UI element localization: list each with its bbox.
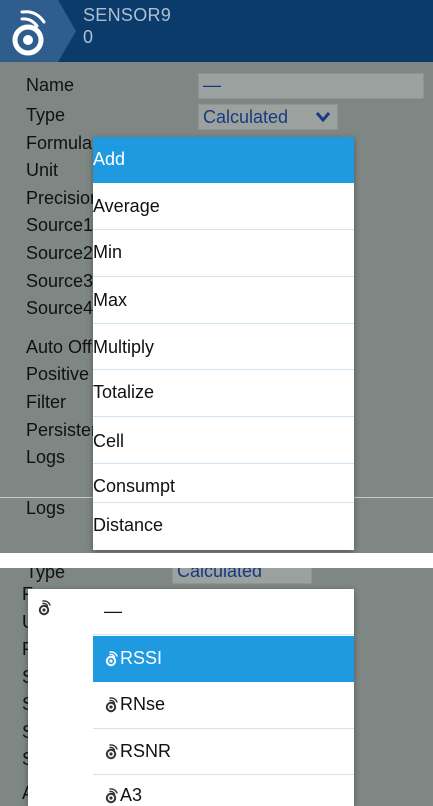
menu-item-max[interactable]: Max (93, 277, 354, 324)
sensor-title-line1: SENSOR9 (83, 5, 172, 25)
menu-item-min[interactable]: Min (93, 230, 354, 277)
menu-item-consumpt[interactable]: Consumpt (93, 464, 354, 503)
source-item-label: — (104, 601, 122, 621)
filter-label: Filter (26, 392, 66, 412)
source-item-label: RNse (120, 694, 166, 714)
menu-item-totalize[interactable]: Totalize (93, 370, 354, 417)
formula-label: Formula (26, 133, 93, 153)
source-item-rsnr[interactable]: RSNR (93, 729, 354, 775)
type-select-value: Calculated (203, 107, 289, 127)
type-label: Type (26, 568, 66, 582)
source-item-label: A3 (120, 785, 143, 805)
logs-label-2: Logs (26, 498, 66, 518)
menu-item-label: Distance (93, 515, 164, 535)
menu-item-distance[interactable]: Distance (93, 503, 354, 550)
chevron-down-icon (315, 112, 331, 123)
menu-item-label: Average (93, 196, 160, 216)
formula-dropdown-menu: Add Average Min Max Multiply Totalize Ce… (93, 137, 354, 550)
name-field[interactable]: — (198, 73, 424, 99)
type-label: Type (26, 105, 66, 125)
source1-label: Source1 (26, 215, 94, 235)
sensor-icon (105, 788, 118, 804)
source-item-rnse[interactable]: RNse (93, 682, 354, 729)
source2-label: Source2 (26, 243, 94, 263)
sensor-icon (105, 697, 118, 713)
sensor-title-line2: 0 (83, 27, 94, 47)
menu-item-label: Min (93, 242, 123, 262)
menu-item-label: Consumpt (93, 476, 176, 496)
name-label: Name (26, 75, 75, 95)
type-select[interactable]: Calculated (172, 568, 312, 584)
sensor-icon (105, 744, 118, 760)
sensor-title: SENSOR9 0 (83, 4, 171, 48)
source-item-rssi[interactable]: RSSI (93, 636, 354, 682)
source3-label: Source3 (26, 271, 94, 291)
source-item-label: RSSI (120, 648, 163, 668)
source-item-label: RSNR (120, 741, 172, 761)
menu-item-label: Totalize (93, 382, 155, 402)
menu-item-multiply[interactable]: Multiply (93, 324, 354, 370)
menu-item-label: Cell (93, 431, 125, 451)
source4-label: Source4 (26, 298, 94, 318)
app-header: SENSOR9 0 (0, 0, 433, 62)
menu-item-average[interactable]: Average (93, 183, 354, 230)
type-select[interactable]: Calculated (198, 104, 338, 130)
source-select-panel: Type Calculated F U P S S S S A — RSSI (0, 568, 433, 806)
sensor-icon[interactable] (0, 0, 76, 62)
source-item-none[interactable]: — (93, 589, 354, 635)
positive-label: Positive (26, 364, 90, 384)
source-item-a3[interactable]: A3 (93, 775, 354, 806)
menu-item-label: Max (93, 290, 128, 310)
source-dropdown-menu: — RSSI RNse RSNR A3 (28, 589, 354, 806)
sensor-icon (38, 600, 51, 616)
menu-item-add[interactable]: Add (93, 137, 354, 183)
sensor-edit-panel: SENSOR9 0 Name Type Formula Unit Precisi… (0, 0, 433, 553)
logs-label: Logs (26, 447, 66, 467)
menu-item-label: Add (93, 149, 126, 169)
sensor-icon (105, 651, 118, 667)
menu-item-cell[interactable]: Cell (93, 417, 354, 464)
precision-label: Precision (26, 188, 101, 208)
menu-item-label: Multiply (93, 337, 155, 357)
unit-label: Unit (26, 160, 59, 180)
